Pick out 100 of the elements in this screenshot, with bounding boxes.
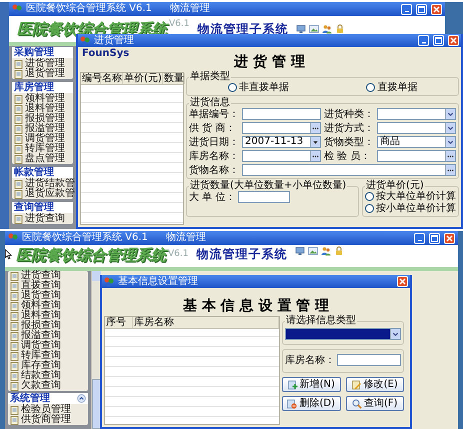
- action-button[interactable]: 查询(F): [346, 396, 404, 411]
- text-field[interactable]: [238, 191, 290, 203]
- monitor-icon[interactable]: [296, 24, 306, 34]
- search-icon: [352, 398, 362, 408]
- field-label: 进货种类：: [324, 108, 374, 120]
- window-subtitle: 物流管理: [170, 2, 210, 16]
- sidebar-item[interactable]: 报溢查询: [10, 331, 86, 341]
- sidebar-item[interactable]: 结款查询: [10, 371, 86, 381]
- sidebar-item[interactable]: 领料管理: [14, 94, 71, 104]
- sidebar-item[interactable]: 调货查询: [10, 341, 86, 351]
- sidebar-item[interactable]: 进货查询: [14, 214, 71, 224]
- dialog-title: 基本信息设置管理: [118, 275, 198, 288]
- maximize-button[interactable]: [429, 232, 440, 244]
- app-icon: [12, 4, 22, 14]
- sidebar-item[interactable]: 退货管理: [14, 69, 71, 79]
- minimize-icon: [404, 10, 408, 12]
- sidebar-item[interactable]: 盘点管理: [14, 154, 71, 164]
- action-button[interactable]: 删除(D): [282, 396, 340, 411]
- sidebar-item[interactable]: 转库查询: [10, 351, 86, 361]
- field-label: 进货方式：: [324, 122, 374, 134]
- sidebar-group-header[interactable]: 采购管理: [12, 47, 73, 58]
- field-label: 货物类型：: [324, 136, 374, 148]
- radio-label: 按小单位单价计算: [376, 203, 456, 214]
- app-icon: [8, 233, 18, 243]
- radio-button[interactable]: [366, 83, 376, 92]
- scrollbar[interactable]: [91, 271, 101, 429]
- column-header[interactable]: 单价(元): [123, 73, 163, 84]
- group-label: 进货单价(元): [365, 181, 424, 191]
- radio-label: 非直拨单据: [238, 82, 289, 93]
- lock-icon[interactable]: [334, 246, 344, 256]
- monitor-icon[interactable]: [295, 246, 306, 256]
- sidebar-group-header[interactable]: 系统管理: [8, 393, 88, 404]
- dropdown[interactable]: 商品: [377, 136, 456, 148]
- date-field[interactable]: 2007-11-13: [242, 136, 321, 148]
- action-button[interactable]: 新增(N): [282, 377, 340, 392]
- sidebar-item[interactable]: 报损管理: [14, 114, 71, 124]
- sidebar-item[interactable]: 供货商管理: [10, 415, 86, 425]
- close-button[interactable]: [448, 35, 459, 46]
- sidebar-item[interactable]: 退货查询: [10, 291, 86, 301]
- chevron-down-icon: [392, 330, 399, 338]
- sidebar-group-header[interactable]: 帐款管理: [12, 167, 73, 178]
- sidebar-item[interactable]: 欠款查询: [10, 381, 86, 391]
- subsystem-title: 物流管理子系统: [196, 246, 288, 263]
- sidebar-item[interactable]: 报损查询: [10, 321, 86, 331]
- radio-button[interactable]: [365, 204, 374, 213]
- radio-button[interactable]: [228, 83, 237, 92]
- people-icon[interactable]: [322, 24, 332, 34]
- maximize-icon: [417, 4, 426, 14]
- people-icon[interactable]: [321, 246, 332, 256]
- sidebar-item[interactable]: 库存查询: [10, 361, 86, 371]
- field-label: 单据编号：: [189, 108, 239, 120]
- lookup-field[interactable]: [377, 150, 456, 162]
- group-label: 进货信息: [189, 98, 231, 108]
- collapse-icon[interactable]: [77, 394, 86, 403]
- column-header[interactable]: 名称: [101, 73, 123, 84]
- column-header[interactable]: 序号: [105, 317, 133, 328]
- sidebar-item[interactable]: 调货管理: [14, 134, 71, 144]
- field-label: 供 货 商：: [189, 122, 236, 134]
- sidebar-group-header[interactable]: 查询管理: [12, 202, 73, 213]
- sidebar-item[interactable]: 领料查询: [10, 301, 86, 311]
- sidebar-item[interactable]: 报溢管理: [14, 124, 71, 134]
- group-label: 请选择信息类型: [285, 316, 357, 326]
- radio-label: 直拨单据: [377, 82, 418, 93]
- column-header[interactable]: 库房名称: [133, 317, 279, 328]
- sidebar-item[interactable]: 转库管理: [14, 144, 71, 154]
- close-button[interactable]: [444, 232, 455, 244]
- close-icon: [449, 36, 458, 45]
- lookup-field[interactable]: [242, 164, 456, 176]
- column-header[interactable]: 编号: [81, 73, 101, 84]
- dropdown[interactable]: [285, 328, 401, 340]
- lock-icon[interactable]: [335, 24, 346, 34]
- sidebar-item[interactable]: 退料查询: [10, 311, 86, 321]
- sidebar-item[interactable]: 退料管理: [14, 104, 71, 114]
- radio-label: 按大单位单价计算: [376, 191, 456, 202]
- lookup-field[interactable]: [242, 122, 321, 134]
- lookup-field[interactable]: [242, 150, 321, 162]
- pencil-icon: [352, 380, 362, 390]
- text-field[interactable]: [242, 108, 321, 120]
- minimize-button[interactable]: [418, 35, 429, 46]
- image-icon[interactable]: [309, 24, 320, 34]
- close-button[interactable]: [397, 276, 408, 287]
- field-label: 大 单 位：: [189, 192, 236, 202]
- column-header[interactable]: 数量: [162, 73, 185, 84]
- action-button[interactable]: 修改(E): [346, 377, 404, 392]
- field-label: 检 验 员：: [324, 150, 372, 162]
- text-field[interactable]: [337, 354, 401, 366]
- sidebar-item[interactable]: 检验员管理: [10, 405, 86, 415]
- minimize-button[interactable]: [401, 4, 412, 14]
- field-label: 库房名称：: [189, 150, 239, 162]
- close-button[interactable]: [431, 4, 442, 14]
- sidebar-item[interactable]: 进货管理: [14, 59, 71, 69]
- sidebar-group-header[interactable]: 库房管理: [12, 82, 73, 93]
- sidebar-item[interactable]: 直拨查询: [10, 281, 86, 291]
- minimize-button[interactable]: [414, 232, 425, 244]
- maximize-button[interactable]: [433, 35, 444, 46]
- close-icon: [445, 234, 454, 242]
- image-icon[interactable]: [308, 246, 318, 256]
- sidebar-item[interactable]: 进货查询: [10, 271, 86, 281]
- radio-button[interactable]: [365, 192, 374, 201]
- maximize-button[interactable]: [416, 4, 427, 14]
